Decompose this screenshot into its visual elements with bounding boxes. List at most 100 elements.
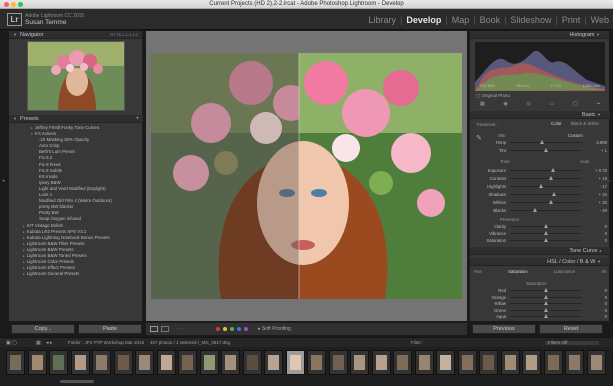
slider-track[interactable] bbox=[510, 210, 582, 211]
slider-track[interactable] bbox=[510, 142, 582, 143]
slider-knob[interactable] bbox=[543, 238, 548, 242]
slider-knob[interactable] bbox=[543, 307, 548, 312]
slider-knob[interactable] bbox=[549, 200, 554, 204]
loupe-view-icon[interactable] bbox=[150, 326, 158, 332]
filmstrip-thumbnail[interactable] bbox=[199, 350, 219, 375]
copy-settings-button[interactable]: Copy... bbox=[11, 324, 75, 334]
slider-highlights[interactable]: Highlights - 17 bbox=[470, 183, 610, 190]
color-label-swatch[interactable] bbox=[216, 327, 220, 331]
hsl-tab-hue[interactable]: Hue bbox=[474, 269, 482, 276]
filmstrip-thumbnail[interactable] bbox=[6, 350, 25, 375]
filmstrip-thumbnail[interactable] bbox=[414, 350, 434, 375]
color-label-swatch[interactable] bbox=[237, 327, 241, 331]
rating-stars[interactable]: · · · · · bbox=[173, 326, 187, 332]
filmstrip-thumbnail[interactable] bbox=[285, 350, 305, 375]
filmstrip-thumbnail[interactable] bbox=[436, 350, 455, 375]
hsl-tab-luminance[interactable]: Luminance bbox=[554, 269, 575, 276]
module-library[interactable]: Library bbox=[368, 15, 396, 25]
slider-whites[interactable]: Whites + 20 bbox=[470, 199, 610, 206]
slider-value[interactable]: + 1 bbox=[587, 147, 607, 154]
module-slideshow[interactable]: Slideshow bbox=[510, 15, 551, 25]
filmstrip-thumbnail[interactable] bbox=[393, 350, 412, 375]
original-photo-toggle[interactable]: ▢ Original Photo bbox=[476, 93, 510, 99]
slider-value[interactable]: + 34 bbox=[587, 191, 607, 198]
slider-shadows[interactable]: Shadows + 34 bbox=[470, 191, 610, 198]
slider-knob[interactable] bbox=[539, 184, 544, 188]
slider-track[interactable] bbox=[510, 170, 582, 171]
slider-knob[interactable] bbox=[539, 140, 544, 144]
slider-knob[interactable] bbox=[543, 148, 548, 152]
filmstrip-thumbnail[interactable] bbox=[328, 350, 348, 375]
filmstrip-thumbnail[interactable] bbox=[156, 350, 176, 375]
hsl-header[interactable]: HSL / Color / B & W ▼ bbox=[470, 258, 610, 266]
treatment-bw-button[interactable]: Black & White bbox=[571, 121, 599, 126]
filmstrip-thumbnail[interactable] bbox=[479, 350, 498, 375]
basic-header[interactable]: Basic ▼ bbox=[470, 111, 610, 119]
slider-value[interactable]: 0 bbox=[587, 230, 607, 237]
module-develop[interactable]: Develop bbox=[406, 15, 441, 25]
slider-value[interactable]: 0 bbox=[587, 223, 607, 230]
slider-value[interactable]: + 19 bbox=[587, 175, 607, 182]
radial-filter-icon[interactable]: ◯ bbox=[573, 101, 579, 108]
soft-proofing-toggle[interactable]: ▸ Soft Proofing bbox=[258, 326, 291, 332]
presets-header[interactable]: ▼ Presets + bbox=[9, 115, 143, 123]
treatment-color-button[interactable]: Color bbox=[551, 121, 562, 126]
navigator-preview[interactable] bbox=[27, 41, 125, 111]
filmstrip-thumbnail[interactable] bbox=[264, 350, 283, 375]
crop-tool-icon[interactable]: ▦ bbox=[480, 101, 485, 108]
slider-knob[interactable] bbox=[543, 314, 548, 318]
add-preset-icon[interactable]: + bbox=[135, 115, 139, 123]
red-eye-icon[interactable]: ◎ bbox=[526, 101, 530, 108]
slider-knob[interactable] bbox=[550, 168, 555, 172]
slider-knob[interactable] bbox=[552, 192, 557, 196]
filmstrip-thumbnail[interactable] bbox=[92, 350, 111, 375]
slider-blacks[interactable]: Blacks - 40 bbox=[470, 207, 610, 214]
before-after-photo[interactable] bbox=[151, 53, 462, 299]
slider-value[interactable]: 3,890 bbox=[587, 139, 607, 146]
filmstrip-thumbnail[interactable] bbox=[49, 350, 68, 375]
slider-value[interactable]: - 40 bbox=[587, 207, 607, 214]
filmstrip-thumbnail[interactable] bbox=[586, 350, 606, 375]
slider-knob[interactable] bbox=[532, 208, 537, 212]
filmstrip-thumbnail[interactable] bbox=[113, 350, 133, 375]
filter-select[interactable]: Filters Off bbox=[544, 340, 600, 346]
paste-settings-button[interactable]: Paste bbox=[78, 324, 142, 334]
slider-saturation[interactable]: Saturation 0 bbox=[470, 237, 610, 244]
slider-knob[interactable] bbox=[543, 294, 548, 299]
slider-exposure[interactable]: Exposure + 0.70 bbox=[470, 167, 610, 174]
slider-value[interactable]: - 17 bbox=[587, 183, 607, 190]
navigator-header[interactable]: ▼ Navigator FIT FILL 1:1 4:1 bbox=[9, 31, 142, 39]
filmstrip-thumbnail[interactable] bbox=[457, 350, 477, 375]
filmstrip-thumbnail[interactable] bbox=[70, 350, 90, 375]
slider-clarity[interactable]: Clarity 0 bbox=[470, 223, 610, 230]
tone-auto-button[interactable]: Auto bbox=[580, 159, 589, 164]
slider-track[interactable] bbox=[510, 202, 582, 203]
filmstrip-thumbnail[interactable] bbox=[371, 350, 391, 375]
before-after-view-icon[interactable] bbox=[161, 326, 169, 332]
slider-knob[interactable] bbox=[549, 176, 554, 180]
module-print[interactable]: Print bbox=[562, 15, 581, 25]
slider-temp[interactable]: Temp 3,890 bbox=[470, 139, 610, 146]
wb-preset-select[interactable]: Custom bbox=[568, 133, 583, 138]
module-book[interactable]: Book bbox=[480, 15, 501, 25]
slider-track[interactable] bbox=[510, 194, 582, 195]
slider-knob[interactable] bbox=[543, 288, 548, 292]
previous-button[interactable]: Previous bbox=[472, 324, 536, 334]
slider-aqua[interactable]: Aqua 0 bbox=[470, 313, 610, 320]
adjustment-brush-icon[interactable]: ━ bbox=[597, 101, 600, 108]
filmstrip-thumbnail[interactable] bbox=[350, 350, 369, 375]
hsl-tab-saturation[interactable]: Saturation bbox=[508, 269, 528, 276]
filmstrip-thumbnail[interactable] bbox=[500, 350, 520, 375]
slider-knob[interactable] bbox=[543, 301, 548, 305]
filmstrip-thumbnail[interactable] bbox=[565, 350, 584, 375]
slider-knob[interactable] bbox=[543, 231, 548, 235]
filmstrip-thumbnail[interactable] bbox=[522, 350, 541, 375]
slider-track[interactable] bbox=[510, 186, 582, 187]
slider-vibrance[interactable]: Vibrance 0 bbox=[470, 230, 610, 237]
filmstrip-thumbnail[interactable] bbox=[221, 350, 240, 375]
filmstrip-thumbnail[interactable] bbox=[27, 350, 47, 375]
preset-folder[interactable]: ▸ Lightroom General Presets bbox=[9, 271, 143, 277]
filmstrip-scrollbar[interactable] bbox=[60, 380, 94, 383]
navigator-zoom-options[interactable]: FIT FILL 1:1 4:1 bbox=[110, 31, 138, 39]
filmstrip-thumbnail[interactable] bbox=[178, 350, 197, 375]
